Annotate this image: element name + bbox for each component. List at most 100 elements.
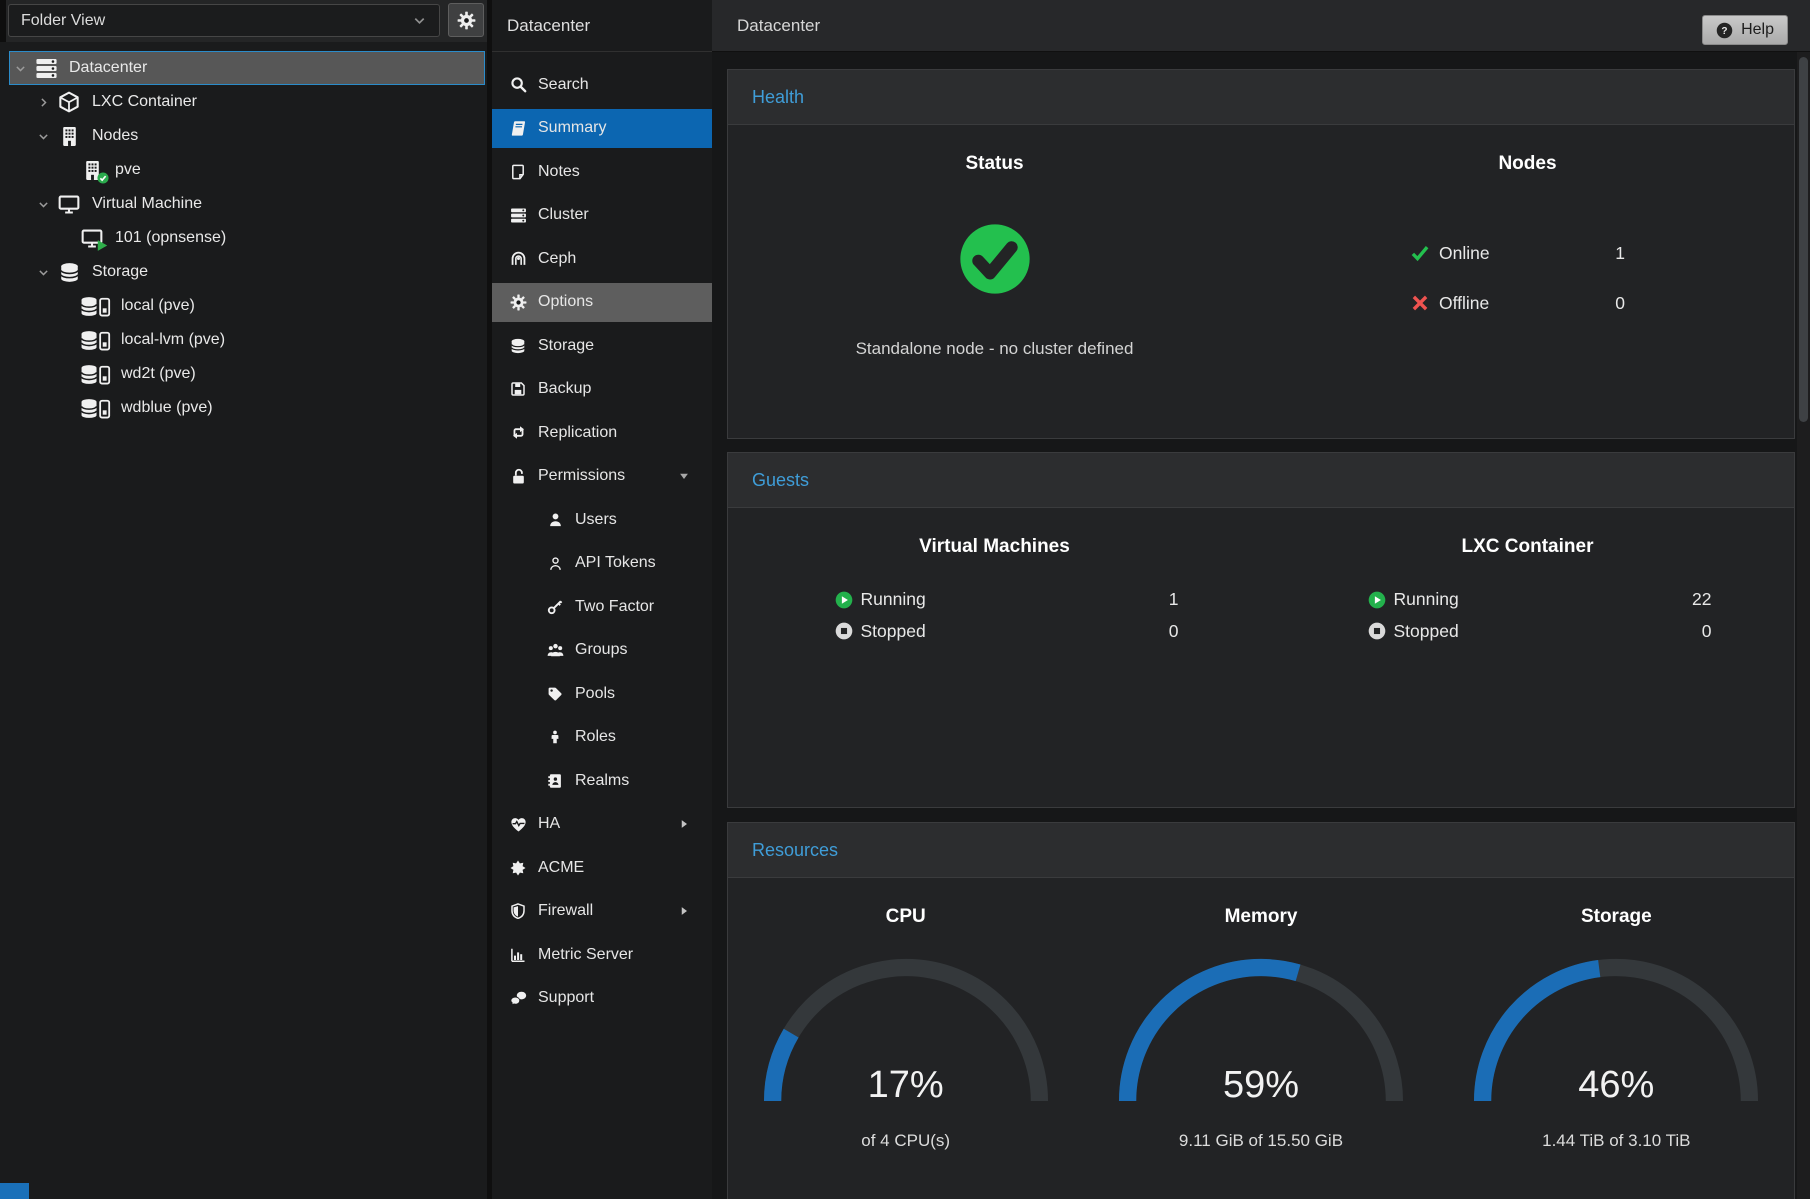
tree-item-virtual-machine[interactable]: Virtual Machine <box>9 187 485 221</box>
address-book-icon <box>545 772 565 790</box>
help-button[interactable]: Help <box>1702 15 1788 45</box>
menu-item-api-tokens[interactable]: API Tokens <box>492 544 712 583</box>
caret-right-icon <box>678 905 690 917</box>
bar-chart-icon <box>508 946 528 964</box>
tree-item-datacenter[interactable]: Datacenter <box>9 51 485 85</box>
menu-item-search[interactable]: Search <box>492 65 712 104</box>
scrollbar-thumb[interactable] <box>1799 57 1808 422</box>
tree-item-vm-101[interactable]: 101 (opnsense) <box>9 221 485 255</box>
menu-item-backup[interactable]: Backup <box>492 370 712 409</box>
floppy-icon <box>508 380 528 398</box>
storage-gauge: 46% <box>1466 948 1766 1109</box>
menu-item-metric-server[interactable]: Metric Server <box>492 935 712 974</box>
tree-settings-button[interactable] <box>448 3 484 37</box>
resources-panel: Resources CPU 17% of 4 CPU(s) Memory <box>727 822 1795 1199</box>
database-drive-icon <box>77 328 113 352</box>
guests-lxc-column: LXC Container Running 22 Stopped 0 <box>1261 508 1794 647</box>
menu-item-cluster[interactable]: Cluster <box>492 196 712 235</box>
guest-state-label: Stopped <box>1394 621 1459 642</box>
tree-item-label: Nodes <box>92 127 138 145</box>
cube-icon <box>54 90 84 114</box>
menu-item-support[interactable]: Support <box>492 979 712 1018</box>
chevron-down-icon[interactable] <box>32 198 54 211</box>
health-nodes-column: Nodes Online 1 Offline 0 <box>1261 125 1794 359</box>
menu-item-notes[interactable]: Notes <box>492 152 712 191</box>
database-drive-icon <box>77 294 113 318</box>
memory-gauge: 59% <box>1111 948 1411 1109</box>
menu-item-options[interactable]: Options <box>492 283 712 322</box>
view-mode-select[interactable]: Folder View <box>8 4 440 37</box>
guests-vm-column: Virtual Machines Running 1 Stopped 0 <box>728 508 1261 647</box>
user-icon <box>545 511 565 529</box>
menu-item-replication[interactable]: Replication <box>492 413 712 452</box>
menu-item-firewall[interactable]: Firewall <box>492 892 712 931</box>
database-drive-icon <box>77 396 113 420</box>
table-row: Running 22 <box>1338 584 1718 616</box>
tree-item-label: local-lvm (pve) <box>121 331 225 349</box>
gauge-percent: 17% <box>756 1064 1056 1107</box>
vertical-scrollbar[interactable] <box>1797 52 1810 1199</box>
table-row: Online 1 <box>1410 228 1645 278</box>
health-panel: Health Status Standalone node - no clust… <box>727 69 1795 439</box>
node-state-value: 0 <box>1615 293 1645 314</box>
tree-item-label: Storage <box>92 263 148 281</box>
menu-item-ceph[interactable]: Ceph <box>492 239 712 278</box>
guest-state-value: 1 <box>1169 589 1185 610</box>
menu-item-summary[interactable]: Summary <box>492 109 712 148</box>
gauge-percent: 46% <box>1466 1064 1766 1107</box>
caret-down-icon <box>678 470 690 482</box>
stop-circle-icon <box>1368 622 1386 640</box>
unlock-icon <box>508 467 528 485</box>
menu-item-users[interactable]: Users <box>492 500 712 539</box>
menu-item-pools[interactable]: Pools <box>492 674 712 713</box>
tree-item-storage-local-lvm[interactable]: local-lvm (pve) <box>9 323 485 357</box>
database-icon <box>54 260 84 284</box>
menu-item-realms[interactable]: Realms <box>492 761 712 800</box>
comments-icon <box>508 989 528 1007</box>
ceph-icon <box>508 250 528 268</box>
node-state-value: 1 <box>1615 243 1645 264</box>
tree-item-storage[interactable]: Storage <box>9 255 485 289</box>
nodes-table: Online 1 Offline 0 <box>1410 228 1645 328</box>
tree-item-label: pve <box>115 161 141 179</box>
table-row: Offline 0 <box>1410 278 1645 328</box>
tree-item-label: wd2t (pve) <box>121 365 196 383</box>
menu-item-ha[interactable]: HA <box>492 805 712 844</box>
tree-item-nodes[interactable]: Nodes <box>9 119 485 153</box>
tree-item-label: LXC Container <box>92 93 197 111</box>
node-state-label: Online <box>1439 243 1490 264</box>
tree-item-storage-local[interactable]: local (pve) <box>9 289 485 323</box>
chevron-right-icon[interactable] <box>32 96 54 109</box>
chevron-down-icon[interactable] <box>32 266 54 279</box>
tree-item-lxc-container[interactable]: LXC Container <box>9 85 485 119</box>
bottom-left-accent <box>0 1183 29 1199</box>
gauge-title: CPU <box>728 904 1083 930</box>
database-drive-icon <box>77 362 113 386</box>
tree-item-label: Datacenter <box>69 59 147 77</box>
gauge-title: Storage <box>1439 904 1794 930</box>
gauge-title: Memory <box>1083 904 1438 930</box>
menu-item-two-factor[interactable]: Two Factor <box>492 587 712 626</box>
menu-item-storage[interactable]: Storage <box>492 326 712 365</box>
menu-item-groups[interactable]: Groups <box>492 631 712 670</box>
table-row: Stopped 0 <box>805 616 1185 648</box>
vm-table: Running 1 Stopped 0 <box>805 584 1185 647</box>
menu-item-acme[interactable]: ACME <box>492 848 712 887</box>
gauge-detail: 9.11 GiB of 15.50 GiB <box>1083 1131 1438 1151</box>
menu-item-roles[interactable]: Roles <box>492 718 712 757</box>
table-row: Running 1 <box>805 584 1185 616</box>
lxc-heading: LXC Container <box>1261 534 1794 560</box>
tree-item-storage-wdblue[interactable]: wdblue (pve) <box>9 391 485 425</box>
running-play-badge-icon <box>96 239 109 252</box>
monitor-icon <box>54 192 84 216</box>
chevron-down-icon[interactable] <box>32 130 54 143</box>
health-panel-title: Health <box>728 70 1794 125</box>
cpu-gauge: 17% <box>756 948 1056 1109</box>
chevron-down-icon[interactable] <box>9 62 31 75</box>
tree-item-pve[interactable]: pve <box>9 153 485 187</box>
view-mode-value: Folder View <box>21 12 105 30</box>
datacenter-nav-panel: Datacenter Search Summary Notes Cluster … <box>492 0 712 1199</box>
menu-item-permissions[interactable]: Permissions <box>492 457 712 496</box>
tree-item-storage-wd2t[interactable]: wd2t (pve) <box>9 357 485 391</box>
question-circle-icon <box>1716 22 1733 39</box>
